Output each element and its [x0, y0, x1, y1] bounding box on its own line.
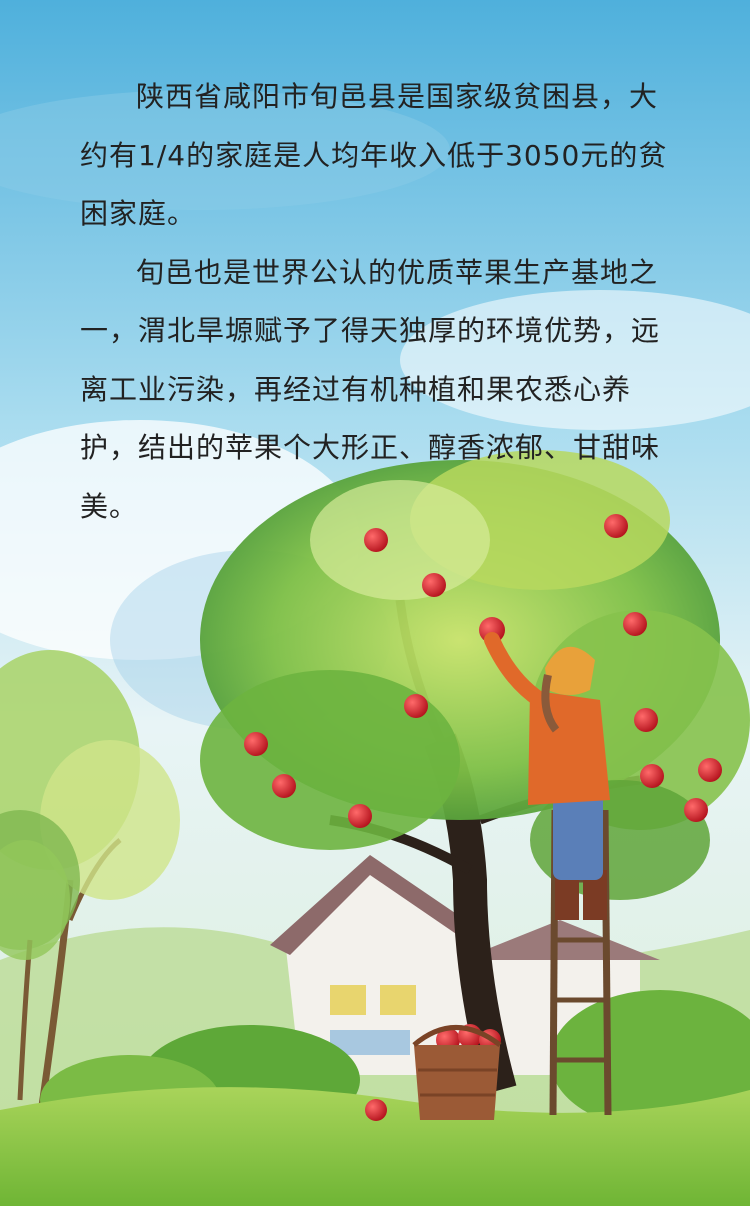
paragraph-apple-base: 旬邑也是世界公认的优质苹果生产基地之一，渭北旱塬赋予了得天独厚的环境优势，远离工… [80, 255, 661, 523]
apple [365, 1099, 387, 1121]
apple [404, 694, 428, 718]
apple [348, 804, 372, 828]
apple [272, 774, 296, 798]
article-text: 陕西省咸阳市旬邑县是国家级贫困县，大约有1/4的家庭是人均年收入低于3050元的… [80, 68, 670, 536]
apple [684, 798, 708, 822]
paragraph-poverty: 陕西省咸阳市旬邑县是国家级贫困县，大约有1/4的家庭是人均年收入低于3050元的… [80, 80, 668, 230]
apple [698, 758, 722, 782]
apple [640, 764, 664, 788]
apple [634, 708, 658, 732]
apple [244, 732, 268, 756]
apple-basket [412, 1024, 502, 1120]
apple [422, 573, 446, 597]
apple [623, 612, 647, 636]
